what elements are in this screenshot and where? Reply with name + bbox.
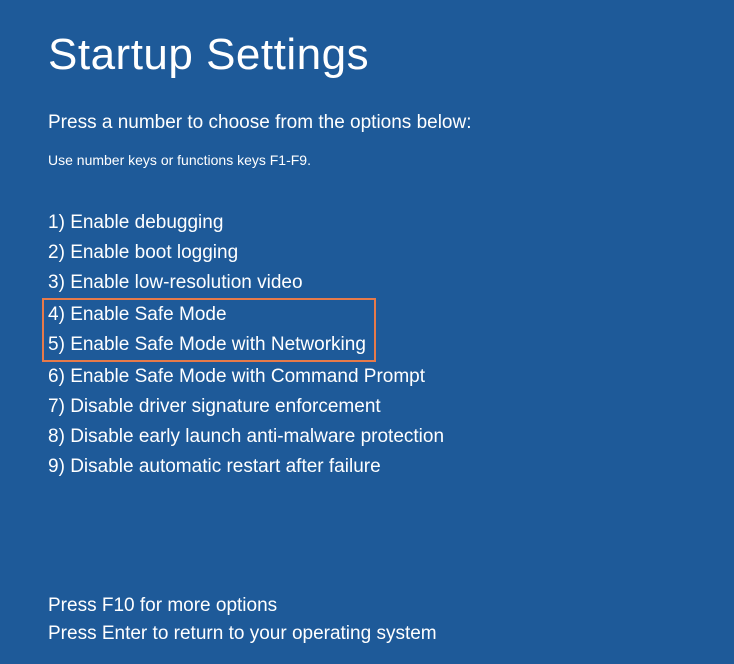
footer-more-options: Press F10 for more options xyxy=(48,592,686,620)
options-list: 1) Enable debugging 2) Enable boot loggi… xyxy=(48,208,686,482)
option-label: 4) Enable Safe Mode xyxy=(48,304,227,325)
instruction-text: Press a number to choose from the option… xyxy=(48,112,686,134)
page-title: Startup Settings xyxy=(48,30,686,80)
option-label: 6) Enable Safe Mode with Command Prompt xyxy=(48,366,425,387)
option-8[interactable]: 8) Disable early launch anti-malware pro… xyxy=(48,422,686,452)
option-1[interactable]: 1) Enable debugging xyxy=(48,208,686,238)
option-7[interactable]: 7) Disable driver signature enforcement xyxy=(48,392,686,422)
option-label: 1) Enable debugging xyxy=(48,212,223,233)
option-label: 9) Disable automatic restart after failu… xyxy=(48,456,381,477)
option-3[interactable]: 3) Enable low-resolution video xyxy=(48,268,686,298)
hint-text: Use number keys or functions keys F1-F9. xyxy=(48,152,686,168)
option-label: 3) Enable low-resolution video xyxy=(48,272,303,293)
option-6[interactable]: 6) Enable Safe Mode with Command Prompt xyxy=(48,362,686,392)
option-label: 8) Disable early launch anti-malware pro… xyxy=(48,426,444,447)
option-4[interactable]: 4) Enable Safe Mode xyxy=(48,300,366,330)
option-label: 2) Enable boot logging xyxy=(48,242,238,263)
option-5[interactable]: 5) Enable Safe Mode with Networking xyxy=(48,330,366,360)
option-label: 5) Enable Safe Mode with Networking xyxy=(48,334,366,355)
option-2[interactable]: 2) Enable boot logging xyxy=(48,238,686,268)
highlight-annotation: 4) Enable Safe Mode 5) Enable Safe Mode … xyxy=(42,298,376,362)
footer-return: Press Enter to return to your operating … xyxy=(48,620,686,648)
option-9[interactable]: 9) Disable automatic restart after failu… xyxy=(48,452,686,482)
option-label: 7) Disable driver signature enforcement xyxy=(48,396,381,417)
